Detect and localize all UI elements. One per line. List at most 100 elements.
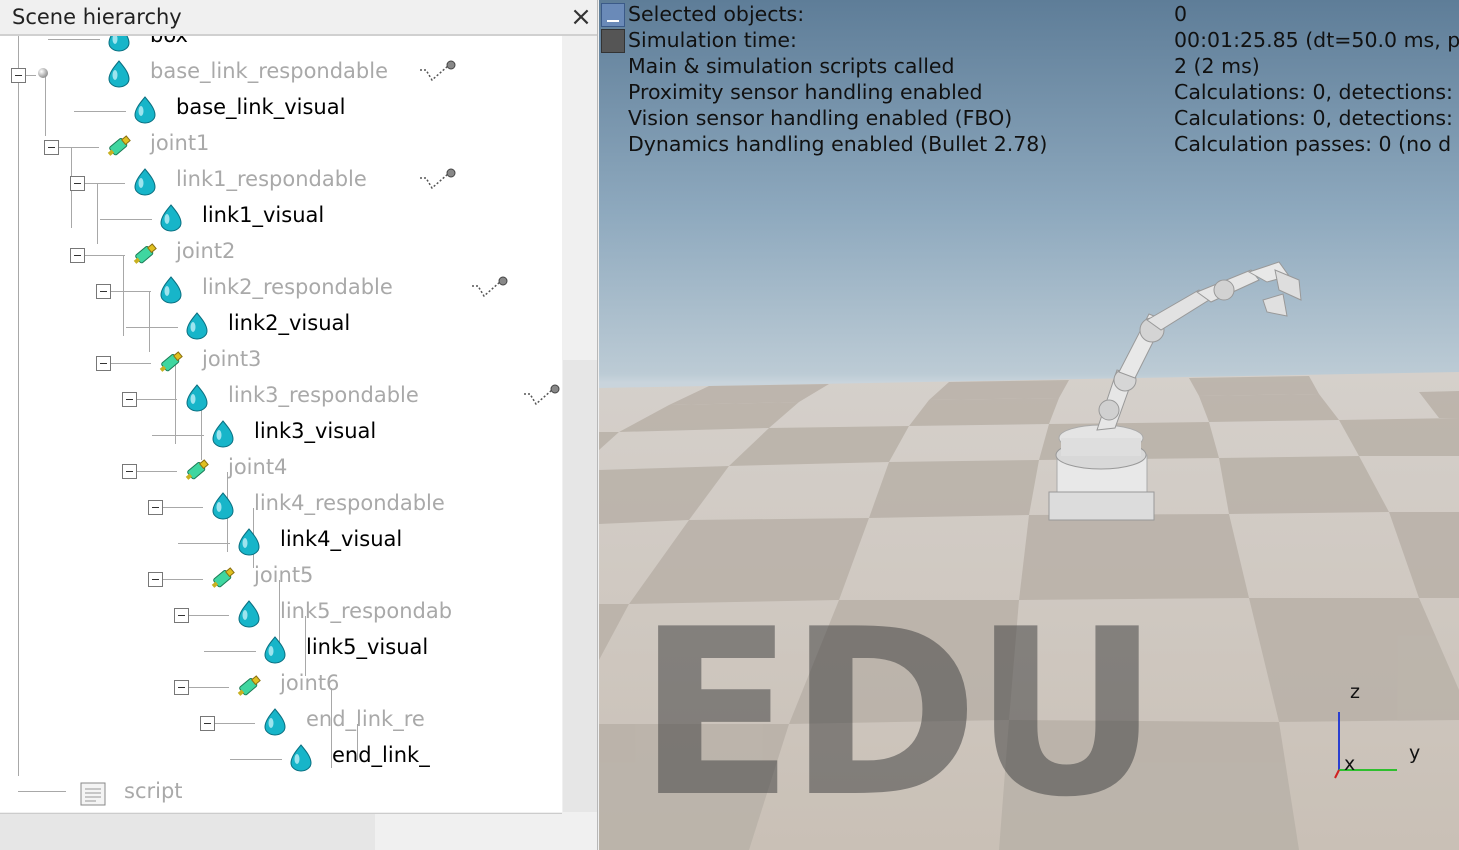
joint-icon — [208, 563, 238, 593]
axis-label-y: y — [1409, 742, 1421, 764]
collapse-toggle-icon[interactable] — [174, 680, 189, 695]
joint-icon — [104, 131, 134, 161]
collapse-toggle-icon[interactable] — [44, 140, 59, 155]
tree-node[interactable]: link3_visual — [0, 416, 562, 452]
tree-node[interactable]: end_link_re — [0, 704, 562, 740]
shape-icon — [208, 419, 238, 449]
tree-node[interactable]: link4_respondable — [0, 488, 562, 524]
shape-icon — [208, 491, 238, 521]
collapse-toggle-icon[interactable] — [11, 68, 26, 83]
tree-node-label: base_link_visual — [176, 95, 346, 119]
panel-splitter[interactable] — [597, 0, 598, 850]
close-icon[interactable]: × — [566, 2, 596, 32]
tree-node[interactable]: link5_respondab — [0, 596, 562, 632]
shape-icon — [104, 36, 134, 53]
tree-node[interactable]: joint6 — [0, 668, 562, 704]
tree-node[interactable]: link2_visual — [0, 308, 562, 344]
horizontal-scrollbar[interactable] — [0, 813, 562, 850]
collapse-toggle-icon[interactable] — [70, 248, 85, 263]
hierarchy-tree[interactable]: box base_link_respondable base_link_visual… — [0, 36, 562, 812]
info-label-dynamics: Dynamics handling enabled (Bullet 2.78) — [628, 132, 1048, 156]
scene-viewport[interactable]: EDU z y x Selected objects: 0 Simulation… — [599, 0, 1459, 850]
axis-label-x: x — [1344, 753, 1356, 775]
tree-node-label: end_link_re — [306, 707, 425, 731]
shape-icon — [156, 275, 186, 305]
shape-icon — [234, 527, 264, 557]
tree-node[interactable]: joint4 — [0, 452, 562, 488]
info-label-scripts: Main & simulation scripts called — [628, 54, 955, 78]
shape-icon — [156, 203, 186, 233]
tree-node[interactable]: link5_visual — [0, 632, 562, 668]
shape-icon — [104, 59, 134, 89]
tree-node[interactable]: end_link_ — [0, 740, 562, 776]
joint-icon — [156, 347, 186, 377]
edu-watermark: EDU — [637, 581, 1160, 848]
tree-node[interactable]: link1_visual — [0, 200, 562, 236]
collapse-toggle-icon[interactable] — [174, 608, 189, 623]
tree-node[interactable]: link2_respondable — [0, 272, 562, 308]
info-value-selected: 0 — [1174, 2, 1188, 26]
info-value-scripts: 2 (2 ms) — [1174, 54, 1260, 78]
collapse-toggle-icon[interactable] — [200, 716, 215, 731]
shape-icon — [130, 95, 160, 125]
tree-node-label: link1_visual — [202, 203, 325, 227]
tree-node[interactable]: link3_respondable — [0, 380, 562, 416]
tree-node[interactable]: joint1 — [0, 128, 562, 164]
tree-node-label: link3_respondable — [228, 383, 419, 407]
info-overlay: Selected objects: 0 Simulation time: 00:… — [599, 0, 1459, 160]
info-value-simtime: 00:01:25.85 (dt=50.0 ms, pp — [1174, 28, 1459, 52]
tree-node-label: link1_respondable — [176, 167, 367, 191]
shape-icon — [286, 743, 316, 773]
tree-node[interactable]: joint3 — [0, 344, 562, 380]
horizontal-scrollbar-thumb[interactable] — [0, 814, 375, 850]
tree-node[interactable]: script — [0, 776, 562, 812]
shape-icon — [130, 167, 160, 197]
info-label-simtime: Simulation time: — [628, 28, 797, 52]
info-value-vision: Calculations: 0, detections: — [1174, 106, 1453, 130]
tree-node-label: link3_visual — [254, 419, 377, 443]
panel-header: Scene hierarchy × — [0, 0, 598, 36]
tree-node-label: joint3 — [202, 347, 262, 371]
tree-node-label: link5_respondab — [280, 599, 453, 623]
collapse-toggle-icon[interactable] — [122, 464, 137, 479]
dynamic-flag-icon — [418, 168, 460, 196]
joint-icon — [234, 671, 264, 701]
dynamic-flag-icon — [522, 384, 562, 412]
vertical-scrollbar[interactable] — [563, 36, 598, 812]
tree-node[interactable]: joint5 — [0, 560, 562, 596]
tree-node-label: base_link_respondable — [150, 59, 389, 83]
info-label-proximity: Proximity sensor handling enabled — [628, 80, 983, 104]
tree-node-label: joint4 — [228, 455, 288, 479]
tree-node[interactable]: box — [0, 36, 562, 56]
collapse-toggle-icon[interactable] — [122, 392, 137, 407]
info-stop-button[interactable] — [601, 29, 625, 53]
info-label-selected: Selected objects: — [628, 2, 805, 26]
collapse-toggle-icon[interactable] — [96, 284, 111, 299]
collapse-toggle-icon[interactable] — [96, 356, 111, 371]
tree-node-label: box — [150, 36, 188, 47]
tree-node-label: joint1 — [150, 131, 210, 155]
tree-node-label: script — [124, 779, 183, 803]
info-value-dynamics: Calculation passes: 0 (no d — [1174, 132, 1452, 156]
collapse-toggle-icon[interactable] — [148, 572, 163, 587]
shape-icon — [260, 635, 290, 665]
info-toggle-button[interactable] — [601, 3, 625, 27]
tree-node-label: joint5 — [254, 563, 314, 587]
collapse-toggle-icon[interactable] — [70, 176, 85, 191]
tree-node[interactable]: base_link_respondable — [0, 56, 562, 92]
tree-node-label: link2_visual — [228, 311, 351, 335]
tree-node[interactable]: joint2 — [0, 236, 562, 272]
collapse-toggle-icon[interactable] — [148, 500, 163, 515]
joint-icon — [182, 455, 212, 485]
tree-node-label: link4_respondable — [254, 491, 445, 515]
vertical-scrollbar-thumb[interactable] — [563, 360, 598, 812]
tree-node-label: link2_respondable — [202, 275, 393, 299]
scene-hierarchy-panel: Scene hierarchy × box base_link_respondab… — [0, 0, 598, 850]
tree-node[interactable]: link4_visual — [0, 524, 562, 560]
shape-icon — [182, 311, 212, 341]
tree-node-label: link4_visual — [280, 527, 403, 551]
tree-node[interactable]: base_link_visual — [0, 92, 562, 128]
shape-icon — [234, 599, 264, 629]
tree-node[interactable]: link1_respondable — [0, 164, 562, 200]
info-label-vision: Vision sensor handling enabled (FBO) — [628, 106, 1013, 130]
